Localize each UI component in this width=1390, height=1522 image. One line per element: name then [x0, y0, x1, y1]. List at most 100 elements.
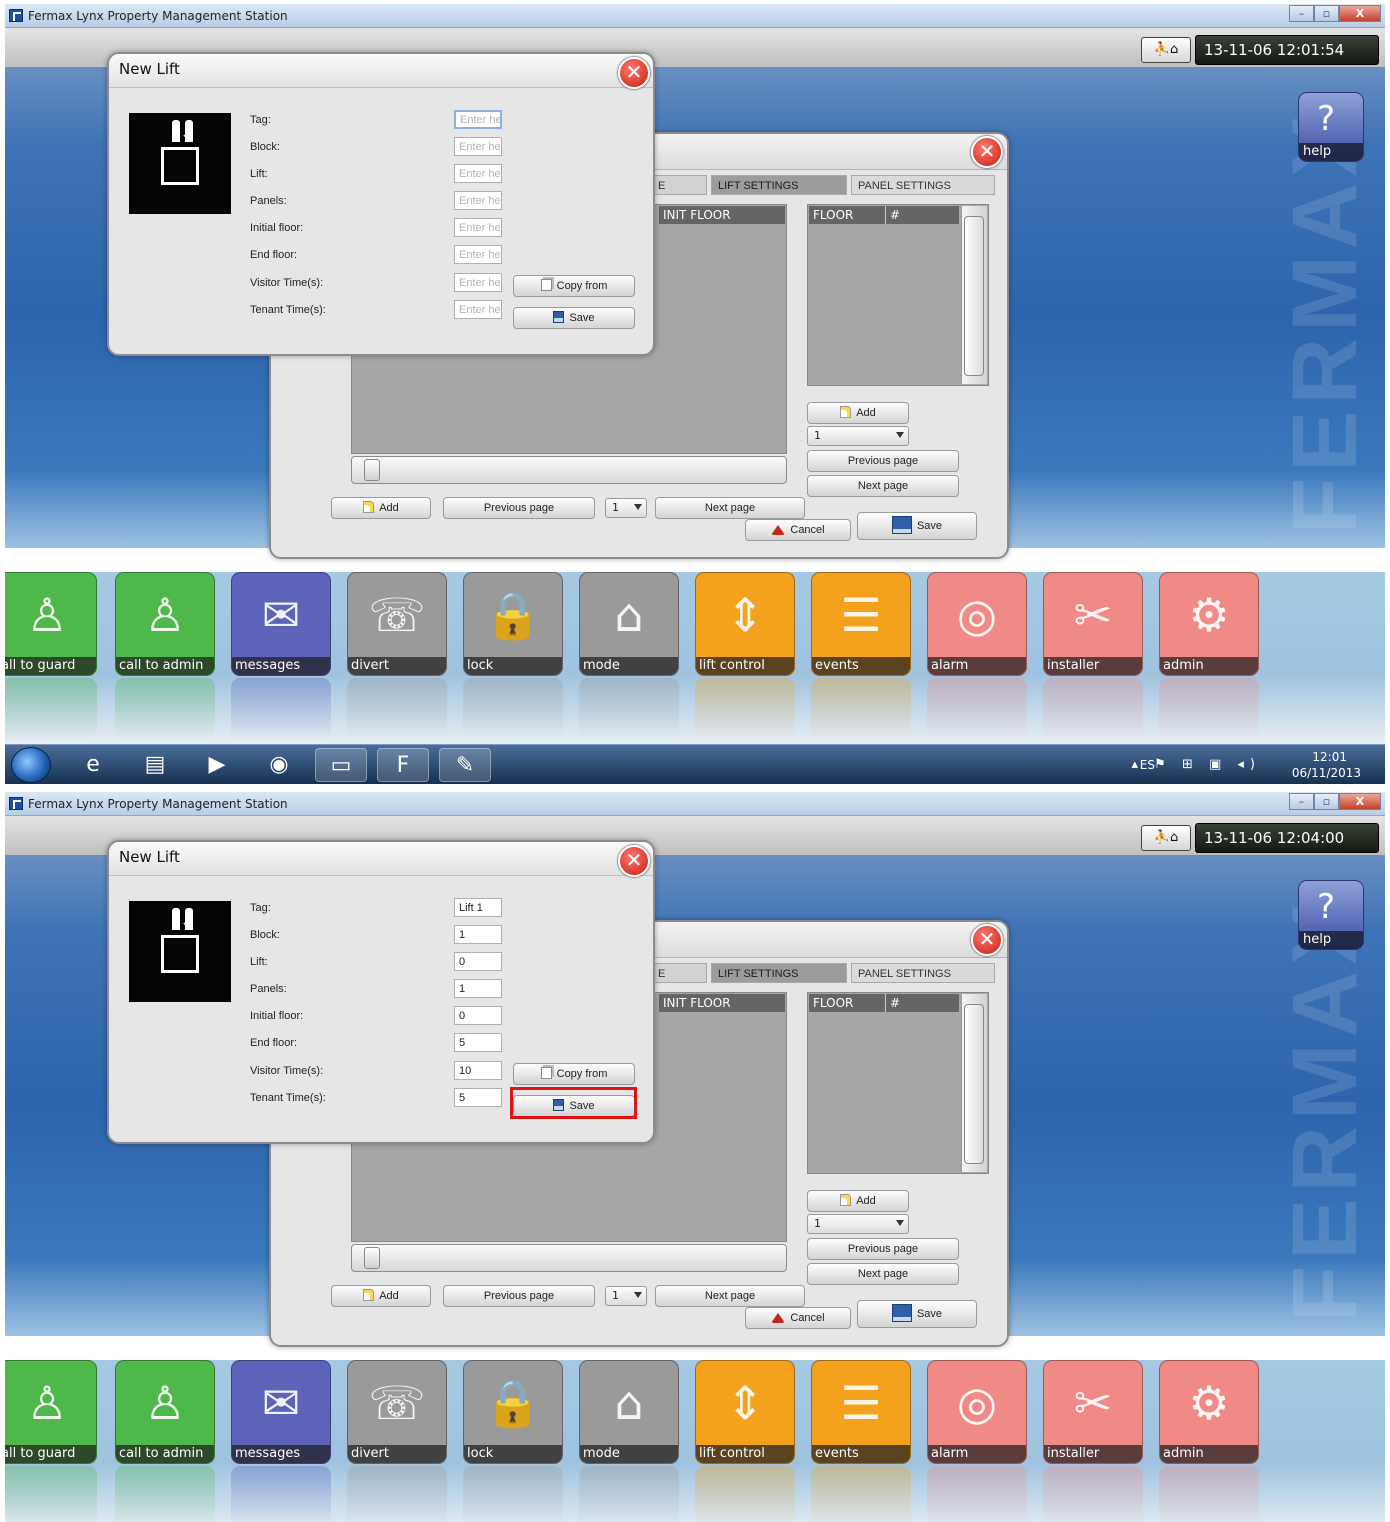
fermax-app-icon[interactable]: F	[377, 748, 429, 782]
media-player-icon[interactable]: ▶	[191, 748, 243, 782]
dock-lift[interactable]: ⇕ lift control	[695, 572, 795, 676]
save-settings-button[interactable]: Save	[857, 1300, 977, 1328]
dock-house-gear[interactable]: ⌂ mode	[579, 572, 679, 676]
column-header-floor[interactable]: FLOOR	[813, 994, 853, 1012]
dock-admin-person[interactable]: ♙ call to admin	[115, 1360, 215, 1464]
dock-alarm-bell[interactable]: ◎ alarm	[927, 1360, 1027, 1464]
column-header-init-floor[interactable]: INIT FLOOR	[659, 994, 785, 1012]
lifts-page-select[interactable]: 1	[605, 498, 647, 518]
dock-admin-gear[interactable]: ⚙ admin	[1159, 1360, 1259, 1464]
dock-padlock[interactable]: 🔒 lock	[463, 572, 563, 676]
dock-phone-divert[interactable]: ☏ divert	[347, 1360, 447, 1464]
floor-next-page-button[interactable]: Next page	[807, 475, 959, 497]
field-input[interactable]	[454, 952, 502, 971]
dock-document-stack[interactable]: ☰ events	[811, 572, 911, 676]
column-header-number[interactable]: #	[885, 206, 900, 224]
field-input[interactable]	[454, 245, 502, 264]
copy-from-button[interactable]: Copy from	[513, 1063, 635, 1085]
field-input[interactable]	[454, 1088, 502, 1107]
maximize-button[interactable]: ▫	[1314, 793, 1339, 810]
internet-explorer-icon[interactable]: e	[67, 748, 119, 782]
save-settings-button[interactable]: Save	[857, 512, 977, 540]
tab-panel-settings[interactable]: PANEL SETTINGS	[851, 175, 995, 195]
tab-lift-settings[interactable]: LIFT SETTINGS	[711, 175, 847, 195]
dock-admin-person[interactable]: ♙ call to admin	[115, 572, 215, 676]
file-explorer-icon[interactable]: ▤	[129, 748, 181, 782]
close-window-button[interactable]: X	[1339, 5, 1381, 22]
copy-from-button[interactable]: Copy from	[513, 275, 635, 297]
save-lift-button[interactable]: Save	[513, 307, 635, 329]
scrollbar-thumb[interactable]	[364, 1247, 380, 1269]
field-input[interactable]	[454, 300, 502, 319]
field-input[interactable]	[454, 1006, 502, 1025]
dock-tools[interactable]: ✂ installer	[1043, 572, 1143, 676]
dock-guard[interactable]: ♙ all to guard	[5, 572, 97, 676]
remote-desktop-icon[interactable]: ▭	[315, 748, 367, 782]
maximize-button[interactable]: ▫	[1314, 5, 1339, 22]
minimize-button[interactable]: –	[1289, 5, 1314, 22]
field-input[interactable]	[454, 273, 502, 292]
help-button[interactable]: ? help	[1298, 880, 1364, 950]
lifts-next-page-button[interactable]: Next page	[655, 1285, 805, 1307]
dock-phone-divert[interactable]: ☏ divert	[347, 572, 447, 676]
tab-panel-settings[interactable]: PANEL SETTINGS	[851, 963, 995, 983]
scrollbar-thumb[interactable]	[364, 459, 380, 481]
scrollbar-thumb[interactable]	[964, 1004, 984, 1164]
floor-previous-page-button[interactable]: Previous page	[807, 450, 959, 472]
field-input[interactable]	[454, 1061, 502, 1080]
tab-previous[interactable]: E	[651, 175, 707, 195]
horizontal-scrollbar[interactable]	[351, 1244, 787, 1272]
paint-icon[interactable]: ✎	[439, 748, 491, 782]
lifts-page-select[interactable]: 1	[605, 1286, 647, 1306]
column-header-floor[interactable]: FLOOR	[813, 206, 853, 224]
close-new-lift-button[interactable]: ✕	[618, 845, 650, 877]
cancel-button[interactable]: Cancel	[745, 1307, 851, 1329]
vertical-scrollbar[interactable]	[961, 994, 987, 1172]
dock-padlock[interactable]: 🔒 lock	[463, 1360, 563, 1464]
tab-lift-settings[interactable]: LIFT SETTINGS	[711, 963, 847, 983]
close-settings-dialog-button[interactable]: ✕	[971, 924, 1003, 956]
lifts-next-page-button[interactable]: Next page	[655, 497, 805, 519]
add-lift-button[interactable]: Add	[331, 1285, 431, 1307]
tray-icons[interactable]: ▴ ⚑ ⊞ ▣ ◂)	[1132, 757, 1261, 772]
lifts-previous-page-button[interactable]: Previous page	[443, 497, 595, 519]
floor-next-page-button[interactable]: Next page	[807, 1263, 959, 1285]
close-window-button[interactable]: X	[1339, 793, 1381, 810]
column-header-number[interactable]: #	[885, 994, 900, 1012]
dock-guard[interactable]: ♙ all to guard	[5, 1360, 97, 1464]
dock-document-stack[interactable]: ☰ events	[811, 1360, 911, 1464]
vertical-scrollbar[interactable]	[961, 206, 987, 384]
field-input[interactable]	[454, 898, 502, 917]
horizontal-scrollbar[interactable]	[351, 456, 787, 484]
field-input[interactable]	[454, 137, 502, 156]
field-input[interactable]	[454, 925, 502, 944]
cancel-button[interactable]: Cancel	[745, 519, 851, 541]
dock-envelope[interactable]: ✉ messages	[231, 1360, 331, 1464]
floor-previous-page-button[interactable]: Previous page	[807, 1238, 959, 1260]
windows-start-button[interactable]	[11, 747, 51, 783]
field-input[interactable]	[454, 110, 502, 129]
scrollbar-thumb[interactable]	[964, 216, 984, 376]
dock-house-gear[interactable]: ⌂ mode	[579, 1360, 679, 1464]
add-lift-button[interactable]: Add	[331, 497, 431, 519]
column-header-init-floor[interactable]: INIT FLOOR	[659, 206, 785, 224]
field-input[interactable]	[454, 191, 502, 210]
dock-alarm-bell[interactable]: ◎ alarm	[927, 572, 1027, 676]
help-button[interactable]: ? help	[1298, 92, 1364, 162]
minimize-button[interactable]: –	[1289, 793, 1314, 810]
close-new-lift-button[interactable]: ✕	[618, 57, 650, 89]
chrome-icon[interactable]: ◉	[253, 748, 305, 782]
floor-page-select[interactable]: 1	[807, 426, 909, 446]
dock-tools[interactable]: ✂ installer	[1043, 1360, 1143, 1464]
tab-previous[interactable]: E	[651, 963, 707, 983]
dock-lift[interactable]: ⇕ lift control	[695, 1360, 795, 1464]
dock-admin-gear[interactable]: ⚙ admin	[1159, 572, 1259, 676]
tray-date[interactable]: 06/11/2013	[1292, 766, 1361, 780]
tray-time[interactable]: 12:01	[1312, 750, 1347, 764]
dock-envelope[interactable]: ✉ messages	[231, 572, 331, 676]
floor-page-select[interactable]: 1	[807, 1214, 909, 1234]
close-settings-dialog-button[interactable]: ✕	[971, 136, 1003, 168]
lifts-previous-page-button[interactable]: Previous page	[443, 1285, 595, 1307]
add-floor-button[interactable]: Add	[807, 402, 909, 424]
field-input[interactable]	[454, 218, 502, 237]
